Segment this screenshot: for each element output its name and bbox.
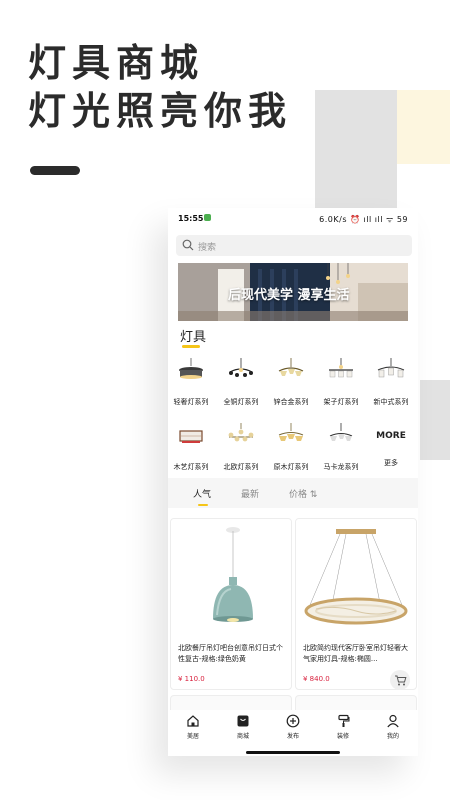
product-price: ¥ 110.0 <box>178 675 205 683</box>
person-icon <box>387 714 399 728</box>
product-card-peek[interactable] <box>170 695 292 710</box>
product-card-peek[interactable] <box>295 695 417 710</box>
nordic-chandelier-icon <box>228 423 254 442</box>
home-indicator <box>246 751 340 754</box>
add-circle-icon <box>286 714 300 728</box>
product-title: 北欧餐厅吊灯吧台创意吊灯日式个性复古-规格:绿色奶黄 <box>178 644 283 663</box>
promo-title-line2: 灯光照亮你我 <box>28 89 293 133</box>
search-bar[interactable]: 搜索 <box>176 235 412 256</box>
nav-decorate[interactable]: 装修 <box>323 714 363 740</box>
category-label: 轻奢灯系列 <box>173 398 209 406</box>
home-icon <box>187 715 199 727</box>
nav-shop[interactable]: 商城 <box>223 714 263 740</box>
nav-home[interactable]: 美居 <box>173 714 213 740</box>
category-label: 更多 <box>384 459 398 467</box>
light-luxury-lamp-icon <box>179 358 203 379</box>
phone-screen: 15:55 6.0K/s ⏰ ıll ıll ᯤ 59 搜索 后现代美学 漫享生… <box>168 208 418 756</box>
nav-shop-label: 商城 <box>236 733 249 740</box>
decorative-side-block <box>420 380 450 460</box>
cart-icon <box>395 675 407 686</box>
log-wood-lamp-icon <box>278 423 304 441</box>
nav-profile-label: 我的 <box>386 733 399 740</box>
paint-roller-icon <box>338 714 350 727</box>
pendant-lamp-image <box>171 519 291 639</box>
status-time: 15:55 <box>178 214 204 223</box>
category-label: 架子灯系列 <box>323 398 359 406</box>
nav-publish-label: 发布 <box>286 733 299 740</box>
copper-chandelier-icon <box>229 358 253 377</box>
more-icon: MORE <box>376 431 406 441</box>
category-label: 锌合金系列 <box>273 398 309 406</box>
category-light-luxury[interactable]: 轻奢灯系列 <box>168 358 214 407</box>
category-copper[interactable]: 全铜灯系列 <box>218 358 264 407</box>
macaron-lamp-icon <box>329 423 353 441</box>
sort-tabs: 人气 最新 价格 ⇅ <box>168 478 418 508</box>
rack-lamp-icon <box>329 358 353 378</box>
category-new-chinese[interactable]: 新中式系列 <box>368 358 414 407</box>
banner-text: 后现代美学 漫享生活 <box>228 288 350 303</box>
category-label: 新中式系列 <box>373 398 409 406</box>
category-wood-art[interactable]: 木艺灯系列 <box>168 423 214 472</box>
new-chinese-lamp-icon <box>377 358 405 378</box>
status-indicators: 6.0K/s ⏰ ıll ıll ᯤ 59 <box>319 215 408 224</box>
product-price: ¥ 840.0 <box>303 675 330 683</box>
category-label: 北欧灯系列 <box>223 463 259 471</box>
promo-title-line1: 灯具商城 <box>28 41 205 85</box>
section-title: 灯具 <box>180 330 207 345</box>
notification-badge-icon <box>204 214 211 221</box>
zinc-alloy-lamp-icon <box>278 358 304 376</box>
category-label: 全铜灯系列 <box>223 398 259 406</box>
nav-publish[interactable]: 发布 <box>273 714 313 740</box>
promo-banner[interactable]: 后现代美学 漫享生活 <box>178 263 408 321</box>
tab-popular[interactable]: 人气 <box>193 487 211 500</box>
category-macaron[interactable]: 马卡龙系列 <box>318 423 364 472</box>
category-rack[interactable]: 架子灯系列 <box>318 358 364 407</box>
section-underline <box>182 345 200 348</box>
category-nordic[interactable]: 北欧灯系列 <box>218 423 264 472</box>
tab-price[interactable]: 价格 ⇅ <box>289 487 317 500</box>
nav-home-label: 美居 <box>186 733 199 740</box>
oval-chandelier-image <box>296 519 416 639</box>
search-placeholder: 搜索 <box>198 243 217 253</box>
search-icon <box>182 239 194 251</box>
status-bar: 15:55 6.0K/s ⏰ ıll ıll ᯤ 59 <box>168 208 418 230</box>
product-title: 北欧简约现代客厅卧室吊灯轻奢大气家用灯具-规格:椭圆... <box>303 644 408 663</box>
nav-decorate-label: 装修 <box>336 733 349 740</box>
decorative-cream-block <box>397 90 450 164</box>
nav-profile[interactable]: 我的 <box>373 714 413 740</box>
category-more[interactable]: MORE 更多 <box>368 423 414 468</box>
category-label: 木艺灯系列 <box>173 463 209 471</box>
tab-latest[interactable]: 最新 <box>241 487 259 500</box>
shop-bag-icon <box>237 715 249 727</box>
active-tab-underline <box>198 504 208 506</box>
decorative-gray-block <box>315 90 397 208</box>
category-log-wood[interactable]: 原木灯系列 <box>268 423 314 472</box>
bottom-navigation: 美居 商城 发布 装修 我的 <box>168 710 418 756</box>
category-zinc-alloy[interactable]: 锌合金系列 <box>268 358 314 407</box>
cart-button[interactable] <box>390 670 410 690</box>
decorative-dash <box>30 166 80 175</box>
wood-art-lamp-icon <box>179 430 203 443</box>
category-label: 马卡龙系列 <box>323 463 359 471</box>
category-label: 原木灯系列 <box>273 463 309 471</box>
product-card[interactable]: 北欧餐厅吊灯吧台创意吊灯日式个性复古-规格:绿色奶黄 ¥ 110.0 <box>170 518 292 690</box>
product-card[interactable]: 北欧简约现代客厅卧室吊灯轻奢大气家用灯具-规格:椭圆... ¥ 840.0 <box>295 518 417 690</box>
